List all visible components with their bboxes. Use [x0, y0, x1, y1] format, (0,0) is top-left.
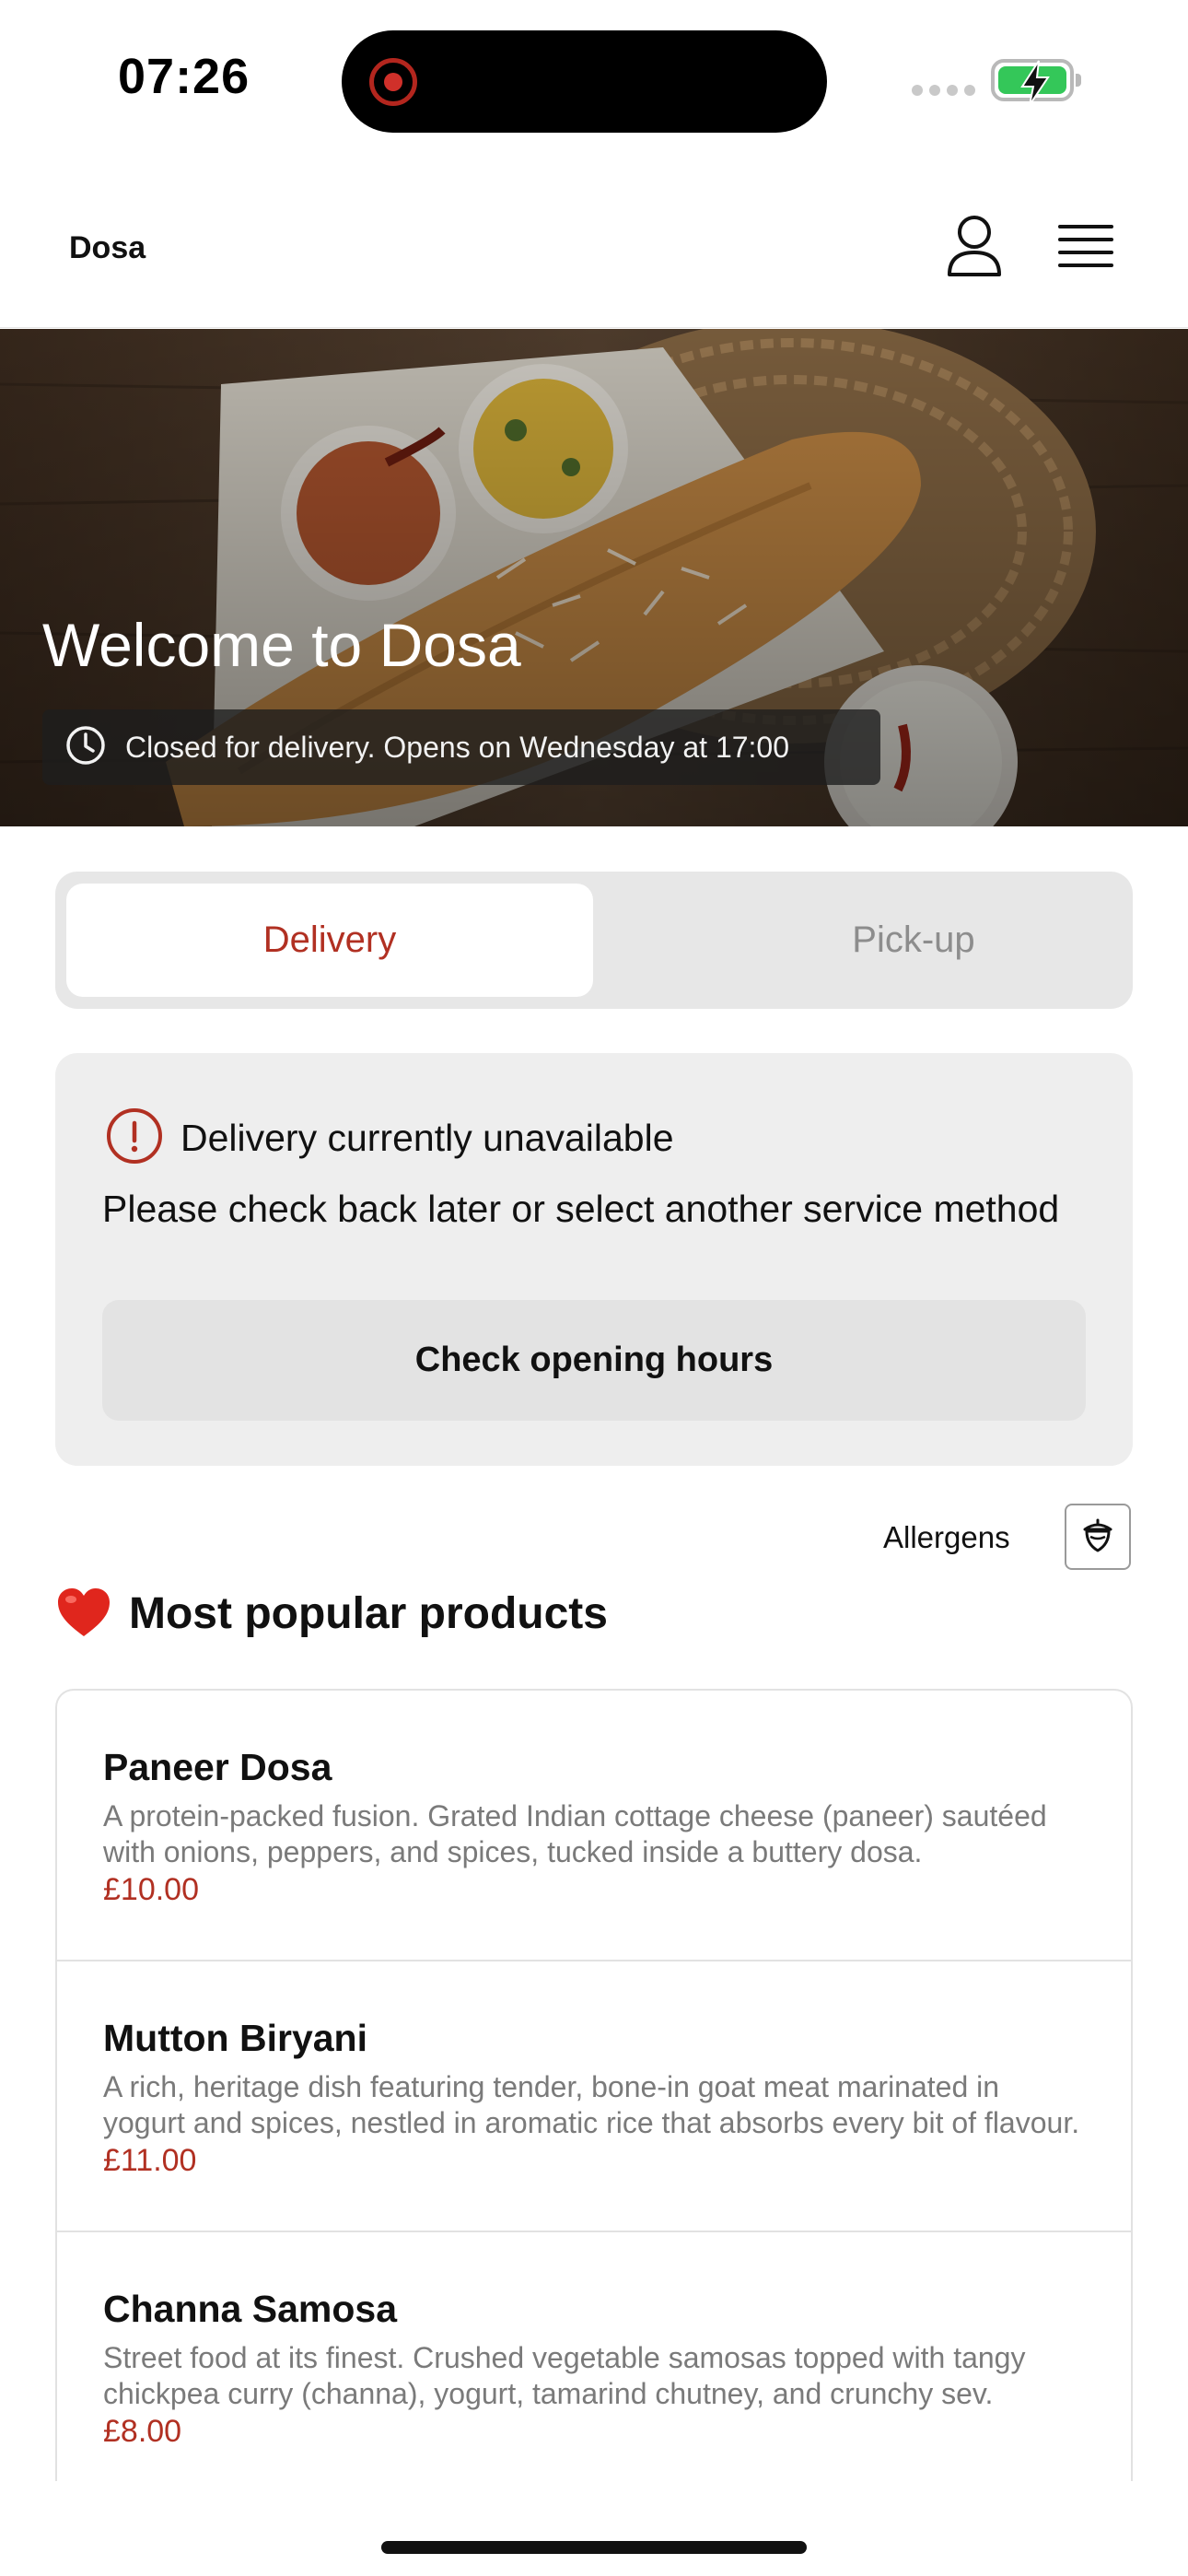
product-name: Mutton Biryani	[103, 2017, 367, 2059]
user-icon[interactable]	[944, 214, 1005, 280]
opening-status-badge: Closed for delivery. Opens on Wednesday …	[42, 709, 880, 785]
home-indicator[interactable]	[381, 2541, 807, 2554]
popular-products-heading: Most popular products	[55, 1587, 608, 1640]
brand-name[interactable]: Dosa	[69, 230, 146, 266]
delivery-unavailable-notice: Delivery currently unavailable Please ch…	[55, 1053, 1133, 1466]
acorn-icon	[1079, 1516, 1116, 1558]
status-bar: 07:26	[0, 0, 1188, 166]
recording-icon	[369, 58, 417, 106]
battery-icon	[991, 59, 1081, 106]
product-name: Paneer Dosa	[103, 1746, 332, 1788]
product-price: £10.00	[103, 1872, 199, 1907]
tab-delivery[interactable]: Delivery	[66, 884, 593, 997]
app-header: Dosa	[0, 166, 1188, 328]
clock-icon	[64, 724, 107, 771]
heart-icon	[55, 1587, 112, 1640]
product-name: Channa Samosa	[103, 2288, 397, 2330]
product-list: Paneer Dosa A protein-packed fusion. Gra…	[55, 1689, 1133, 2481]
hero-banner: Welcome to Dosa Closed for delivery. Ope…	[0, 329, 1188, 826]
menu-icon[interactable]	[1057, 221, 1114, 271]
allergens-button[interactable]	[1065, 1504, 1131, 1570]
status-time: 07:26	[118, 49, 250, 104]
dynamic-island	[342, 30, 827, 133]
notice-body: Please check back later or select anothe…	[102, 1188, 1060, 1230]
product-price: £8.00	[103, 2414, 182, 2449]
popular-products-title: Most popular products	[129, 1588, 608, 1638]
notice-title: Delivery currently unavailable	[181, 1117, 674, 1159]
product-card[interactable]: Mutton Biryani A rich, heritage dish fea…	[57, 1961, 1131, 2232]
opening-status-text: Closed for delivery. Opens on Wednesday …	[125, 730, 790, 764]
product-description: A rich, heritage dish featuring tender, …	[103, 2070, 1080, 2139]
service-method-selector: Delivery Pick-up	[55, 872, 1133, 1009]
product-description: A protein-packed fusion. Grated Indian c…	[103, 1799, 1047, 1868]
product-card[interactable]: Paneer Dosa A protein-packed fusion. Gra…	[57, 1691, 1131, 1961]
product-description: Street food at its finest. Crushed veget…	[103, 2341, 1026, 2410]
notice-header: Delivery currently unavailable	[105, 1107, 674, 1170]
info-icon	[105, 1107, 164, 1170]
allergens-label[interactable]: Allergens	[883, 1520, 1010, 1555]
check-opening-hours-button[interactable]: Check opening hours	[102, 1300, 1086, 1421]
cellular-signal-icon	[912, 85, 975, 96]
product-card[interactable]: Channa Samosa Street food at its finest.…	[57, 2232, 1131, 2481]
product-price: £11.00	[103, 2143, 197, 2178]
tab-pick-up[interactable]: Pick-up	[650, 884, 1177, 997]
hero-title: Welcome to Dosa	[42, 611, 521, 679]
